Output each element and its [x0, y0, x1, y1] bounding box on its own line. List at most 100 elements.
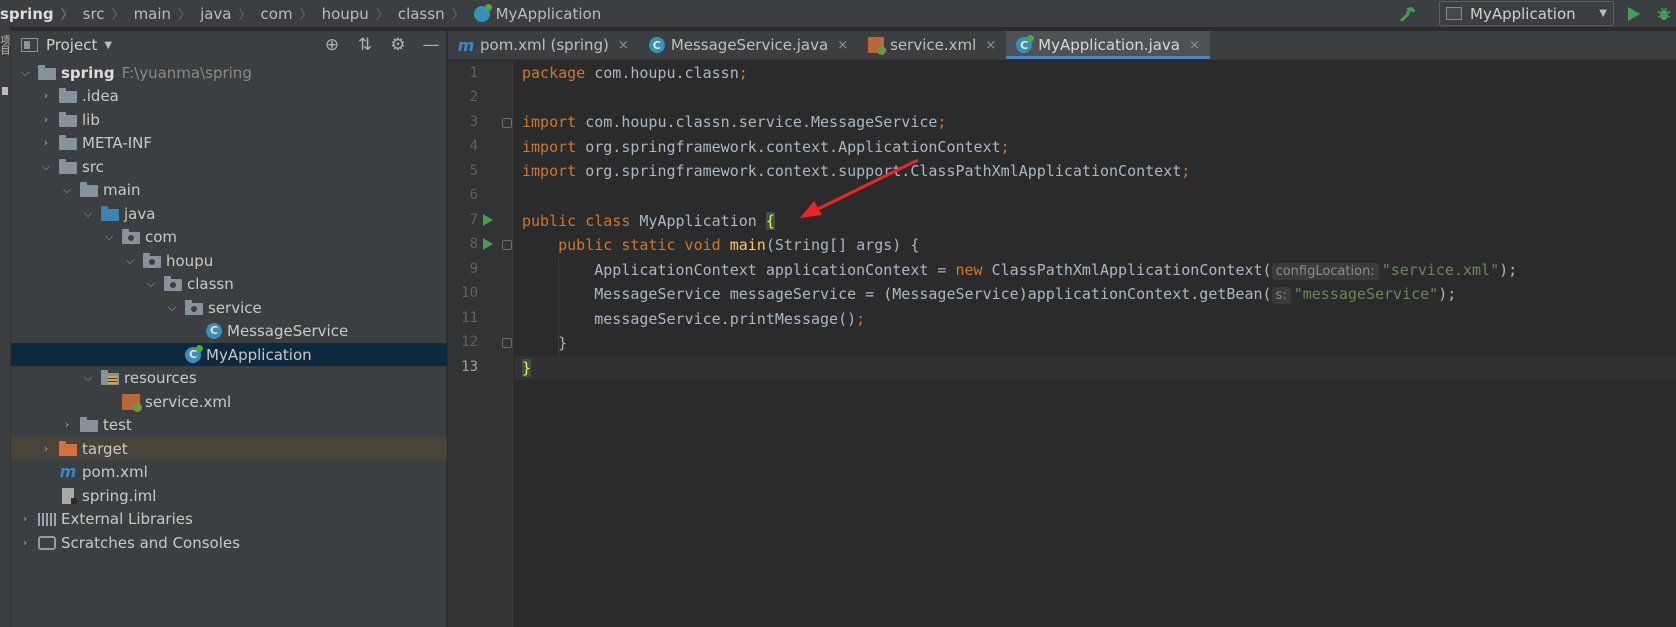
build-hammer-icon[interactable]	[1399, 5, 1417, 23]
chevron-down-icon[interactable]: ⌵	[145, 277, 157, 291]
chevron-right-icon[interactable]: ›	[61, 418, 73, 431]
breadcrumb-src[interactable]: src 〉	[83, 4, 134, 24]
breadcrumb-com[interactable]: com 〉	[260, 4, 322, 24]
tree-item-java[interactable]: ⌵ java	[11, 202, 447, 225]
chevron-down-icon[interactable]: ⌵	[124, 254, 136, 268]
tab-messageservice-java[interactable]: C MessageService.java ×	[639, 31, 858, 59]
tree-item-service-package[interactable]: ⌵ service	[11, 296, 447, 319]
tab-label: service.xml	[890, 36, 977, 54]
tree-item-main[interactable]: ⌵ main	[11, 178, 447, 201]
breadcrumb-spring[interactable]: spring 〉	[0, 4, 83, 24]
run-toolbar: MyApplication ▼	[1399, 0, 1676, 27]
locate-file-icon[interactable]: ⊕	[323, 35, 341, 55]
maven-icon: m	[457, 35, 475, 55]
package-icon	[185, 299, 203, 315]
breadcrumb-java[interactable]: java 〉	[200, 4, 260, 24]
breadcrumb-label: com	[260, 4, 293, 23]
tree-item-meta-inf[interactable]: › META-INF	[11, 131, 447, 154]
folder-icon	[59, 134, 77, 150]
tree-item-spring-iml[interactable]: ›spring.iml	[11, 484, 447, 507]
tree-item-classn[interactable]: ⌵ classn	[11, 272, 447, 295]
tree-item-label: src	[82, 157, 104, 176]
tree-item-scratches[interactable]: › Scratches and Consoles	[11, 531, 447, 554]
tab-service-xml[interactable]: service.xml ×	[858, 31, 1006, 59]
chevron-down-icon[interactable]: ⌵	[103, 230, 115, 244]
project-tool-window-button[interactable]: 项目	[0, 35, 11, 55]
chevron-down-icon[interactable]: ⌵	[40, 160, 52, 174]
excluded-folder-icon	[59, 440, 77, 456]
chevron-right-icon[interactable]: ›	[19, 512, 31, 525]
folder-icon	[59, 158, 77, 174]
hide-panel-icon[interactable]: —	[422, 35, 440, 55]
breadcrumb-classn[interactable]: classn 〉	[397, 4, 474, 24]
collapse-all-icon[interactable]: ⇅	[356, 35, 374, 55]
chevron-down-icon[interactable]: ⌵	[82, 207, 94, 221]
tree-item-label: resources	[124, 368, 197, 387]
close-icon[interactable]: ×	[837, 38, 848, 53]
debug-bug-icon[interactable]	[1656, 6, 1672, 22]
close-icon[interactable]: ×	[618, 38, 629, 53]
tree-item-label: com	[145, 227, 178, 246]
chevron-down-icon[interactable]: ▼	[104, 40, 112, 51]
run-configuration-select[interactable]: MyApplication ▼	[1439, 1, 1614, 26]
run-configuration-icon	[1446, 7, 1462, 20]
chevron-right-icon[interactable]: ›	[40, 113, 52, 126]
module-file-icon	[62, 487, 77, 504]
navigation-bar: spring 〉 src 〉 main 〉 java 〉 com 〉 houpu 〉 cla…	[0, 0, 1676, 27]
breadcrumb-label: classn	[397, 4, 445, 23]
tree-item-label: MyApplication	[206, 345, 312, 364]
tree-item-messageservice[interactable]: ›CMessageService	[11, 319, 447, 342]
tab-pom-xml[interactable]: m pom.xml (spring) ×	[448, 31, 639, 59]
tree-item-lib[interactable]: › lib	[11, 108, 447, 131]
tree-item-target[interactable]: › target	[11, 437, 447, 460]
chevron-right-icon[interactable]: ›	[19, 536, 31, 549]
tool-marker-icon	[2, 87, 8, 95]
package-icon	[122, 228, 140, 244]
tree-item-src[interactable]: ⌵ src	[11, 155, 447, 178]
tree-item-test[interactable]: › test	[11, 413, 447, 436]
project-view-selector[interactable]: Project	[46, 36, 97, 54]
module-folder-icon	[38, 64, 56, 80]
run-play-icon[interactable]	[1628, 6, 1640, 21]
tree-item-idea[interactable]: › .idea	[11, 84, 447, 107]
chevron-right-icon[interactable]: ›	[40, 136, 52, 149]
class-icon: C	[648, 37, 665, 53]
breadcrumb-label: spring	[0, 4, 54, 23]
tab-myapplication-java[interactable]: C MyApplication.java ×	[1006, 31, 1210, 59]
code-editor[interactable]: 1 2 3 4 5 6 7 8 9 10 11 12 13 package co…	[448, 61, 1676, 627]
tree-item-spring[interactable]: ⌵ spring F:\yuanma\spring	[11, 61, 447, 84]
breadcrumb-separator-icon: 〉	[451, 8, 465, 23]
tab-label: MessageService.java	[670, 36, 829, 54]
package-icon	[164, 275, 182, 291]
tree-item-label: .idea	[82, 86, 119, 105]
tree-item-service-xml[interactable]: ›service.xml	[11, 390, 447, 413]
tree-item-external-libraries[interactable]: › External Libraries	[11, 507, 447, 530]
chevron-right-icon[interactable]: ›	[40, 89, 52, 102]
breadcrumb-label: main	[133, 4, 172, 23]
chevron-down-icon[interactable]: ⌵	[61, 183, 73, 197]
maven-icon: m	[59, 462, 77, 481]
folder-icon	[80, 181, 98, 197]
breadcrumb-separator-icon: 〉	[60, 8, 74, 23]
tree-item-pom-xml[interactable]: ›mpom.xml	[11, 460, 447, 483]
chevron-down-icon[interactable]: ⌵	[166, 301, 178, 315]
breadcrumb-houpu[interactable]: houpu 〉	[322, 4, 398, 24]
breadcrumb-main[interactable]: main 〉	[133, 4, 201, 24]
chevron-down-icon[interactable]: ⌵	[19, 66, 31, 80]
breadcrumb-myapplication[interactable]: MyApplication	[473, 3, 601, 23]
close-icon[interactable]: ×	[985, 38, 996, 53]
breadcrumb-separator-icon: 〉	[111, 8, 125, 23]
chevron-down-icon[interactable]: ⌵	[82, 371, 94, 385]
breadcrumb-separator-icon: 〉	[375, 8, 389, 23]
tree-item-houpu[interactable]: ⌵ houpu	[11, 249, 447, 272]
application-class-icon: C	[185, 344, 203, 363]
tree-item-resources[interactable]: ⌵ resources	[11, 366, 447, 389]
tree-item-path: F:\yuanma\spring	[121, 63, 252, 82]
tree-item-myapplication[interactable]: ›CMyApplication	[11, 343, 447, 366]
class-icon: C	[206, 322, 222, 339]
gear-icon[interactable]: ⚙	[389, 35, 407, 55]
close-icon[interactable]: ×	[1189, 38, 1200, 53]
chevron-right-icon[interactable]: ›	[40, 442, 52, 455]
tree-item-com[interactable]: ⌵ com	[11, 225, 447, 248]
tree-item-label: Scratches and Consoles	[61, 533, 240, 552]
